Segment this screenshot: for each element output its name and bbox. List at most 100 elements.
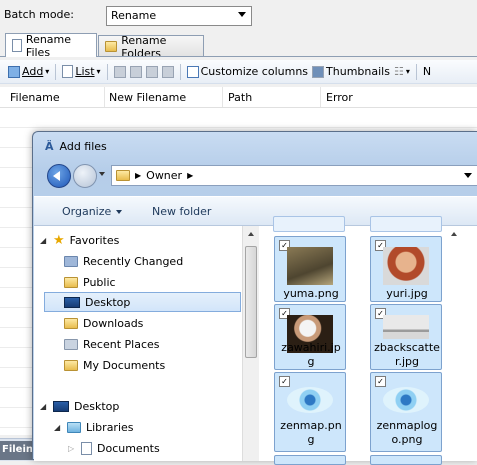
- desktop-icon: [64, 296, 80, 308]
- nav-recent-places[interactable]: Recent Places: [64, 334, 160, 354]
- file-tile[interactable]: [274, 455, 346, 465]
- checkbox-icon[interactable]: ✓: [279, 376, 290, 387]
- zenmap-eye-icon: [287, 387, 333, 413]
- file-tile[interactable]: ✓ zawahiri.jp g: [274, 304, 346, 370]
- nav-favorites[interactable]: ◢ ★ Favorites: [40, 230, 119, 250]
- menu-lines-icon: ☷: [393, 65, 404, 78]
- checkbox-icon[interactable]: ✓: [375, 376, 386, 387]
- folder-icon: [116, 170, 130, 181]
- add-button[interactable]: Add ▾: [8, 65, 49, 78]
- nav-public[interactable]: Public: [64, 272, 116, 292]
- organize-label: Organize: [62, 205, 112, 218]
- nav-desktop-favorite[interactable]: Desktop: [44, 292, 241, 312]
- file-name: zawahiri.jp: [281, 341, 341, 354]
- columns-icon: [186, 65, 199, 78]
- new-folder-button[interactable]: New folder: [152, 205, 211, 218]
- nav-label: My Documents: [83, 358, 166, 372]
- nav-label: Public: [83, 275, 116, 289]
- customize-columns-button[interactable]: Customize columns: [186, 65, 309, 78]
- nav-documents[interactable]: ▷ Documents: [68, 438, 160, 458]
- toolbar-separator: [106, 63, 108, 80]
- move-down-icon[interactable]: [145, 65, 158, 78]
- dialog-title-bar: Ä Add files: [45, 140, 107, 153]
- chevron-down-icon: [238, 12, 246, 17]
- folder-icon: [105, 41, 118, 52]
- nav-my-documents[interactable]: My Documents: [64, 355, 165, 375]
- back-button[interactable]: [47, 164, 71, 188]
- move-up-icon[interactable]: [129, 65, 142, 78]
- tab-rename-folders[interactable]: Rename Folders: [98, 34, 204, 60]
- file-tile[interactable]: ✓ zbackscatte r.jpg: [370, 304, 442, 370]
- scrollbar-thumb[interactable]: [245, 246, 257, 358]
- toolbar-overflow[interactable]: N: [423, 65, 431, 78]
- scroll-up-icon[interactable]: [451, 232, 457, 236]
- nav-label: Desktop: [85, 295, 131, 309]
- move-top-icon[interactable]: [113, 65, 126, 78]
- recent-locations-dropdown[interactable]: [99, 172, 105, 176]
- toolbar-separator: [179, 63, 181, 80]
- document-icon: [12, 39, 22, 52]
- nav-libraries[interactable]: ◢ Libraries: [54, 417, 134, 437]
- nav-label: Libraries: [86, 420, 134, 434]
- expand-icon[interactable]: ▷: [68, 444, 76, 453]
- thumbnails-label: Thumbnails: [326, 65, 390, 78]
- customize-label: Customize columns: [200, 65, 309, 78]
- file-tile[interactable]: [370, 455, 442, 465]
- documents-library-icon: [81, 441, 92, 455]
- batch-mode-value: Rename: [111, 9, 157, 22]
- address-bar[interactable]: ▶ Owner ▶: [111, 165, 477, 186]
- thumbnails-icon: [312, 65, 325, 78]
- nav-label: Recently Changed: [83, 254, 184, 268]
- batch-mode-select[interactable]: Rename: [106, 6, 252, 26]
- breadcrumb-owner[interactable]: Owner: [146, 169, 182, 182]
- collapse-icon[interactable]: ◢: [40, 236, 48, 245]
- column-divider: [222, 87, 223, 107]
- collapse-icon[interactable]: ◢: [54, 423, 62, 432]
- file-list-pane: ✓ yuma.png ✓ yuri.jpg ✓ zawahiri.jp g ✓ …: [259, 216, 477, 465]
- file-name: zbackscatte: [374, 341, 440, 354]
- column-new-filename[interactable]: New Filename: [109, 91, 186, 104]
- batch-mode-label: Batch mode:: [4, 8, 75, 21]
- tab-rename-files[interactable]: Rename Files: [5, 32, 97, 59]
- list-label: List: [75, 65, 95, 78]
- file-tile[interactable]: ✓ yuma.png: [274, 236, 346, 302]
- fileinfo-tab[interactable]: Filein: [0, 441, 36, 460]
- navigation-pane: ◢ ★ Favorites Recently Changed Public De…: [34, 226, 242, 461]
- file-tile[interactable]: ✓ zenmap.pn g: [274, 372, 346, 452]
- file-name-wrap: o.png: [391, 433, 423, 446]
- navigation-scrollbar[interactable]: [242, 226, 260, 461]
- scroll-up-icon[interactable]: [248, 232, 254, 236]
- image-thumbnail: [287, 247, 333, 285]
- forward-button[interactable]: [73, 164, 97, 188]
- tab-label: Rename Files: [25, 32, 72, 59]
- thumbnails-button[interactable]: Thumbnails: [312, 65, 390, 78]
- nav-downloads[interactable]: Downloads: [64, 313, 143, 333]
- chevron-down-icon[interactable]: [464, 173, 472, 178]
- file-tile[interactable]: ✓ yuri.jpg: [370, 236, 442, 302]
- zenmap-eye-icon: [383, 387, 429, 413]
- recent-folder-icon: [64, 255, 78, 267]
- collapse-icon[interactable]: ◢: [40, 402, 48, 411]
- file-tile[interactable]: [370, 216, 442, 232]
- nav-recently-changed[interactable]: Recently Changed: [64, 251, 183, 271]
- file-tile[interactable]: ✓ zenmaplog o.png: [370, 372, 442, 452]
- list-button[interactable]: List ▾: [62, 65, 101, 78]
- file-name: zenmap.pn: [280, 419, 342, 432]
- desktop-icon: [53, 400, 69, 412]
- nav-label: Favorites: [69, 233, 120, 247]
- nav-label: Recent Places: [83, 337, 160, 351]
- image-thumbnail: [383, 247, 429, 285]
- move-bottom-icon[interactable]: [161, 65, 174, 78]
- column-filename[interactable]: Filename: [10, 91, 60, 104]
- star-icon: ★: [53, 232, 65, 248]
- folder-icon: [64, 276, 78, 288]
- nav-desktop[interactable]: ◢ Desktop: [40, 396, 119, 416]
- file-name-wrap: g: [307, 355, 315, 368]
- grid-header: Filename New Filename Path Error: [0, 87, 477, 108]
- image-thumbnail: [383, 315, 429, 339]
- view-menu-button[interactable]: ☷ ▾: [394, 65, 410, 78]
- column-error[interactable]: Error: [326, 91, 353, 104]
- column-path[interactable]: Path: [228, 91, 252, 104]
- file-tile[interactable]: [273, 216, 345, 232]
- organize-button[interactable]: Organize: [62, 205, 123, 218]
